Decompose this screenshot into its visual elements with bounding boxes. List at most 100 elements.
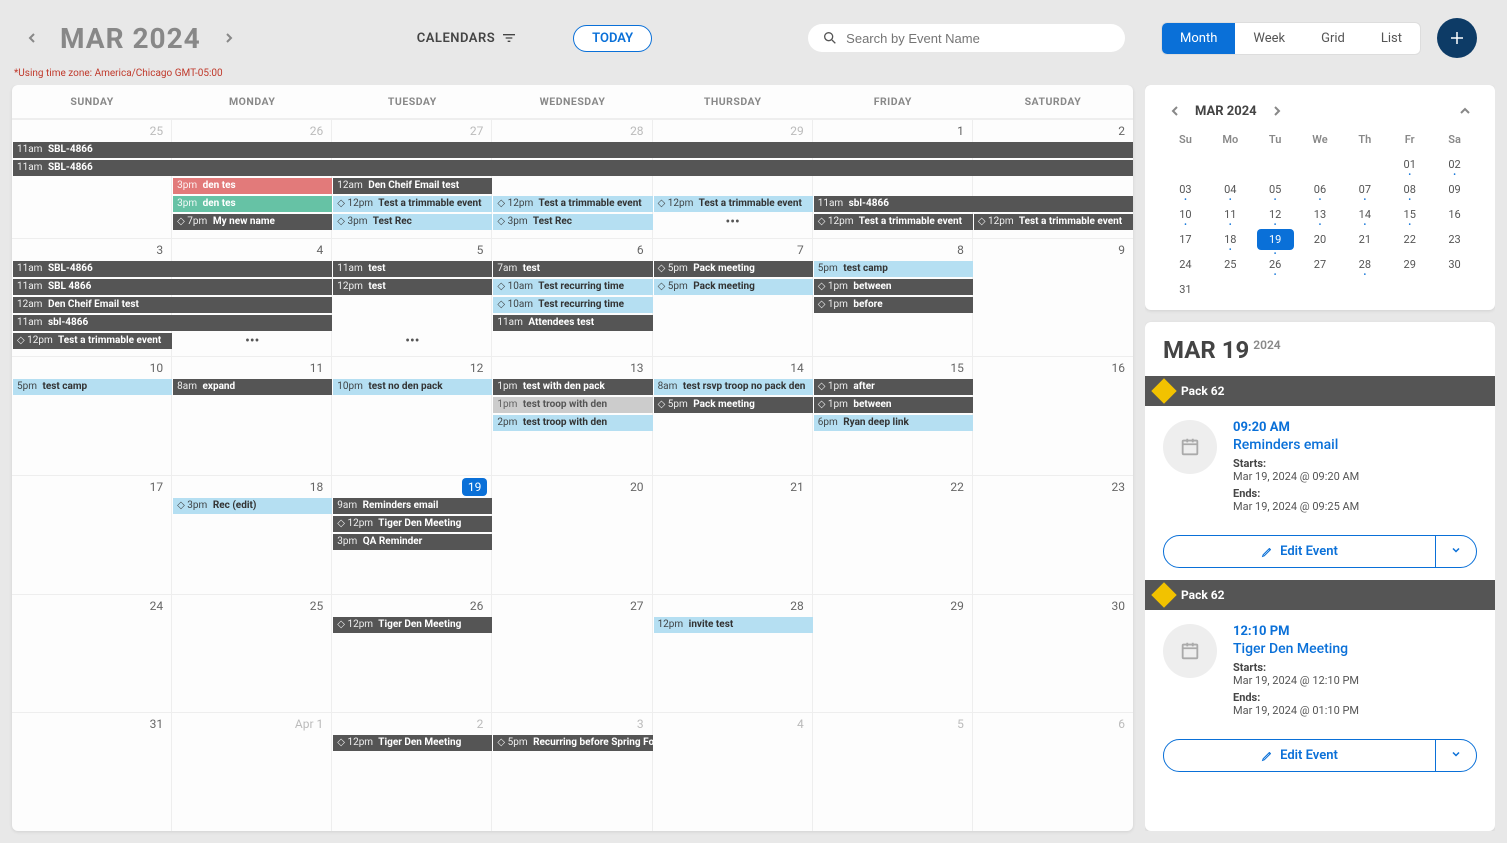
mini-prev-button[interactable] [1163,99,1187,123]
edit-event-button[interactable]: Edit Event [1164,536,1435,567]
more-events-button[interactable]: ••• [172,333,332,349]
mini-day[interactable]: 22 [1387,233,1432,246]
day-cell[interactable]: 6 [973,713,1133,831]
calendar-event[interactable]: ◇ 3pm Test Rec [332,214,492,230]
calendar-event[interactable]: ◇ 1pm between [813,397,973,413]
mini-day[interactable]: 14 [1342,208,1387,221]
mini-day[interactable]: 01 [1387,158,1432,171]
day-cell[interactable]: 27 [492,595,652,713]
today-button[interactable]: TODAY [573,25,652,52]
mini-day[interactable]: 21 [1342,233,1387,246]
next-month-button[interactable] [217,26,241,50]
calendar-event[interactable]: ◇ 7pm My new name [172,214,332,230]
mini-day[interactable]: 06 [1298,183,1343,196]
view-tab-week[interactable]: Week [1235,23,1303,54]
mini-day[interactable]: 20 [1298,233,1343,246]
calendar-event[interactable]: ◇ 12pm Test a trimmable event [12,333,172,349]
more-events-button[interactable]: ••• [653,214,813,230]
calendar-event[interactable]: 1pm test troop with den [492,397,652,413]
add-event-button[interactable] [1437,18,1477,58]
mini-day[interactable]: 11 [1208,208,1253,221]
day-cell[interactable]: 29 [813,595,973,713]
calendar-event[interactable]: ◇ 5pm Pack meeting [653,397,813,413]
calendar-event[interactable]: 12pm invite test [653,617,813,633]
calendar-event[interactable]: ◇ 5pm Pack meeting [653,261,813,277]
calendar-event[interactable]: ◇ 12pm Test a trimmable event [973,214,1133,230]
mini-day[interactable]: 10 [1163,208,1208,221]
calendar-event[interactable]: ◇ 12pm Tiger Den Meeting [332,735,492,751]
day-cell[interactable]: Apr 1 [172,713,332,831]
calendar-event[interactable]: ◇ 12pm Test a trimmable event [653,196,813,212]
day-cell[interactable]: 3 [492,713,652,831]
calendar-event[interactable]: ◇ 5pm Recurring before Spring Forward af [492,735,652,751]
calendar-event[interactable]: 8am test rsvp troop no pack den [653,379,813,395]
calendar-event[interactable]: 12am Den Cheif Email test [12,297,332,313]
search-input[interactable] [846,31,1111,46]
calendar-event[interactable]: 11am SBL-4866 [12,142,1133,158]
mini-day[interactable]: 07 [1342,183,1387,196]
day-cell[interactable]: 25 [172,595,332,713]
view-tab-grid[interactable]: Grid [1303,23,1363,54]
calendar-event[interactable]: ◇ 12pm Test a trimmable event [492,196,652,212]
calendar-event[interactable]: ◇ 3pm Rec (edit) [172,498,332,514]
calendar-event[interactable]: ◇ 5pm Pack meeting [653,279,813,295]
day-cell[interactable]: 26 [332,595,492,713]
calendar-event[interactable]: ◇ 10am Test recurring time [492,279,652,295]
mini-day[interactable]: 28 [1342,258,1387,271]
calendar-event[interactable]: ◇ 12pm Test a trimmable event [332,196,492,212]
calendar-event[interactable]: 1pm test with den pack [492,379,652,395]
calendar-event[interactable]: ◇ 1pm before [813,297,973,313]
calendar-event[interactable]: 12pm test [332,279,492,295]
mini-day[interactable]: 31 [1163,283,1208,296]
mini-day[interactable]: 12 [1253,208,1298,221]
calendar-event[interactable]: 5pm test camp [12,379,172,395]
mini-day[interactable]: 30 [1432,258,1477,271]
calendar-event[interactable]: 7am test [492,261,652,277]
calendar-event[interactable]: ◇ 10am Test recurring time [492,297,652,313]
edit-event-menu[interactable] [1435,536,1476,567]
mini-day[interactable]: 17 [1163,233,1208,246]
calendar-event[interactable]: ◇ 1pm between [813,279,973,295]
mini-day[interactable]: 24 [1163,258,1208,271]
calendar-event[interactable]: 11am test [332,261,492,277]
calendar-event[interactable]: 11am sbl-4866 [12,315,332,331]
calendar-event[interactable]: 12am Den Cheif Email test [332,178,492,194]
mini-day[interactable]: 23 [1432,233,1477,246]
calendar-event[interactable]: ◇ 12pm Tiger Den Meeting [332,516,492,532]
mini-day[interactable]: 03 [1163,183,1208,196]
mini-day[interactable]: 29 [1387,258,1432,271]
calendar-event[interactable]: 11am SBL-4866 [12,160,1133,176]
mini-day[interactable]: 27 [1298,258,1343,271]
mini-day[interactable]: 16 [1432,208,1477,221]
calendar-event[interactable]: ◇ 12pm Tiger Den Meeting [332,617,492,633]
calendar-event[interactable]: 9am Reminders email [332,498,492,514]
calendar-event[interactable]: 11am Attendees test [492,315,652,331]
mini-day[interactable]: 18 [1208,233,1253,246]
mini-day[interactable]: 13 [1298,208,1343,221]
edit-event-menu[interactable] [1435,740,1476,771]
day-cell[interactable]: 4 [653,713,813,831]
calendar-event[interactable]: ◇ 3pm Test Rec [492,214,652,230]
calendar-event[interactable]: 6pm Ryan deep link [813,415,973,431]
calendar-event[interactable]: 5pm test camp [813,261,973,277]
day-cell[interactable]: 31 [12,713,172,831]
mini-collapse-button[interactable] [1453,99,1477,123]
calendar-event[interactable]: 8am expand [172,379,332,395]
view-tab-month[interactable]: Month [1162,23,1235,54]
edit-event-button[interactable]: Edit Event [1164,740,1435,771]
mini-day[interactable]: 05 [1253,183,1298,196]
prev-month-button[interactable] [20,26,44,50]
calendar-event[interactable]: 10pm test no den pack [332,379,492,395]
mini-day[interactable]: 04 [1208,183,1253,196]
day-cell[interactable]: 5 [813,713,973,831]
mini-day[interactable]: 02 [1432,158,1477,171]
calendar-event[interactable]: ◇ 1pm after [813,379,973,395]
calendar-event[interactable]: 2pm test troop with den [492,415,652,431]
search-box[interactable] [808,24,1125,52]
mini-day[interactable]: 19 [1257,229,1294,250]
event-card[interactable]: 12:10 PMTiger Den MeetingStarts:Mar 19, … [1163,610,1477,731]
mini-day[interactable]: 25 [1208,258,1253,271]
calendar-event[interactable]: 11am SBL-4866 [12,261,332,277]
calendar-event[interactable]: 11am SBL 4866 [12,279,332,295]
mini-day[interactable]: 26 [1253,258,1298,271]
